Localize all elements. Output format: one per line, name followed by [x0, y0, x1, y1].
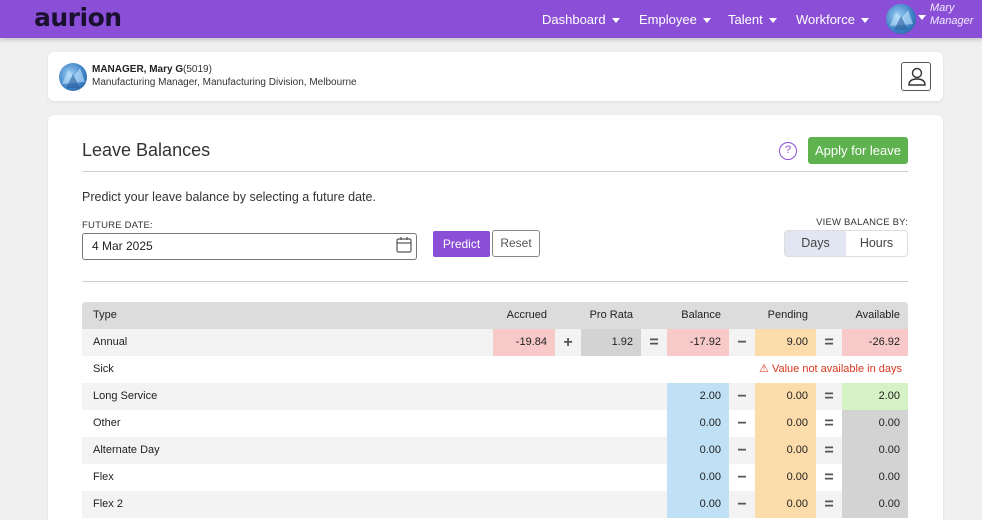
header-pro-rata: Pro Rata: [589, 309, 633, 321]
equals-icon: =: [824, 496, 834, 513]
leave-type-label: Sick: [93, 363, 114, 375]
value-unavailable-warning: ⚠ Value not available in days: [759, 363, 902, 375]
nav-talent[interactable]: Talent: [728, 0, 777, 38]
equals-icon: =: [824, 334, 834, 351]
leave-type-label: Flex: [93, 471, 114, 483]
hours-toggle-option[interactable]: Hours: [846, 231, 907, 256]
divider: [82, 281, 908, 282]
days-toggle-option[interactable]: Days: [785, 231, 846, 256]
leave-type-label: Flex 2: [93, 498, 123, 510]
view-balance-label: VIEW BALANCE BY:: [816, 217, 908, 228]
nav-employee[interactable]: Employee: [639, 0, 711, 38]
user-last-name: Manager: [930, 15, 974, 27]
balance-value: 0.00: [667, 410, 729, 437]
calendar-icon[interactable]: [396, 236, 412, 254]
balance-value: 2.00: [667, 383, 729, 410]
table-row: Long Service 2.00−0.00 = 2.00: [82, 383, 908, 410]
view-balance-toggle: Days Hours: [784, 230, 908, 257]
nav-employee-label: Employee: [639, 11, 697, 27]
pending-value: 0.00: [755, 491, 816, 518]
header-type: Type: [93, 309, 117, 321]
pending-value: 0.00: [755, 383, 816, 410]
header-pending: Pending: [767, 309, 808, 321]
chevron-down-icon: [768, 17, 777, 23]
future-date-label: FUTURE DATE:: [82, 220, 153, 231]
header-available: Available: [855, 309, 900, 321]
minus-icon: −: [737, 496, 747, 513]
user-name[interactable]: Mary Manager: [930, 2, 973, 28]
available-value: 0.00: [842, 491, 908, 518]
nav-dashboard[interactable]: Dashboard: [542, 0, 620, 38]
employee-avatar: [59, 63, 87, 91]
header-accrued: Accrued: [506, 309, 547, 321]
chevron-down-icon: [611, 17, 620, 23]
leave-type-label: Other: [93, 417, 121, 429]
minus-icon: −: [737, 388, 747, 405]
predict-button[interactable]: Predict: [433, 231, 490, 257]
leave-type-label: Long Service: [93, 390, 158, 402]
user-avatar[interactable]: [886, 4, 916, 34]
person-icon: [908, 67, 926, 86]
page-subtitle: Predict your leave balance by selecting …: [82, 190, 376, 204]
top-bar: aurion Dashboard Employee Talent Workfor…: [0, 0, 982, 38]
person-profile-button[interactable]: [901, 62, 931, 91]
profile-card: MANAGER, Mary G (5019) Manufacturing Man…: [48, 52, 943, 101]
equals-icon: =: [824, 442, 834, 459]
available-value: 0.00: [842, 464, 908, 491]
pending-value: 0.00: [755, 464, 816, 491]
accrued-value: -19.84: [493, 329, 555, 356]
user-menu-chevron-icon[interactable]: [918, 15, 926, 20]
nav-talent-label: Talent: [728, 11, 763, 27]
pending-value: 0.00: [755, 437, 816, 464]
available-value: -26.92: [842, 329, 908, 356]
chevron-down-icon: [861, 17, 869, 23]
minus-icon: −: [737, 415, 747, 432]
page-title: Leave Balances: [82, 140, 211, 160]
table-row: Alternate Day 0.00−0.00 = 0.00: [82, 437, 908, 464]
balance-value: -17.92: [667, 329, 729, 356]
table-row: Sick ⚠ Value not available in days: [82, 356, 908, 383]
employee-role: Manufacturing Manager, Manufacturing Div…: [92, 77, 357, 88]
table-row: Other 0.00−0.00 = 0.00: [82, 410, 908, 437]
equals-icon: =: [824, 415, 834, 432]
leave-balances-card: Leave Balances ? Apply for leave Predict…: [48, 115, 943, 520]
table-row: Annual -19.84 +1.92 = -17.92−9.00 = -26.92: [82, 329, 908, 356]
table-header: Type Accrued Pro Rata Balance Pending Availab…: [82, 302, 908, 329]
available-value: 2.00: [842, 383, 908, 410]
employee-name: MANAGER, Mary G: [92, 64, 184, 75]
equals-icon: =: [824, 469, 834, 486]
minus-icon: −: [737, 469, 747, 486]
equals-icon: =: [649, 334, 659, 351]
nav-workforce[interactable]: Workforce: [796, 0, 869, 38]
balance-value: 0.00: [667, 464, 729, 491]
nav-workforce-label: Workforce: [796, 11, 855, 27]
pending-value: 9.00: [755, 329, 816, 356]
apply-for-leave-button[interactable]: Apply for leave: [808, 137, 908, 164]
help-icon[interactable]: ?: [779, 142, 797, 160]
reset-button[interactable]: Reset: [492, 230, 540, 257]
table-row: Flex 2 0.00−0.00 = 0.00: [82, 491, 908, 518]
nav-dashboard-label: Dashboard: [542, 11, 606, 27]
pro-rata-value: 1.92: [581, 329, 641, 356]
table-row: Flex 0.00−0.00 = 0.00: [82, 464, 908, 491]
leave-type-label: Annual: [93, 336, 128, 348]
aurion-logo[interactable]: aurion: [34, 3, 122, 32]
header-balance: Balance: [681, 309, 721, 321]
plus-icon: +: [563, 334, 573, 351]
leave-type-label: Alternate Day: [93, 444, 160, 456]
user-first-name: Mary: [930, 2, 955, 14]
divider: [82, 171, 908, 172]
available-value: 0.00: [842, 437, 908, 464]
chevron-down-icon: [702, 17, 711, 23]
available-value: 0.00: [842, 410, 908, 437]
minus-icon: −: [737, 442, 747, 459]
equals-icon: =: [824, 388, 834, 405]
employee-id: (5019): [183, 64, 212, 75]
future-date-input[interactable]: 4 Mar 2025: [82, 233, 417, 260]
minus-icon: −: [737, 334, 747, 351]
balance-value: 0.00: [667, 491, 729, 518]
balance-value: 0.00: [667, 437, 729, 464]
pending-value: 0.00: [755, 410, 816, 437]
